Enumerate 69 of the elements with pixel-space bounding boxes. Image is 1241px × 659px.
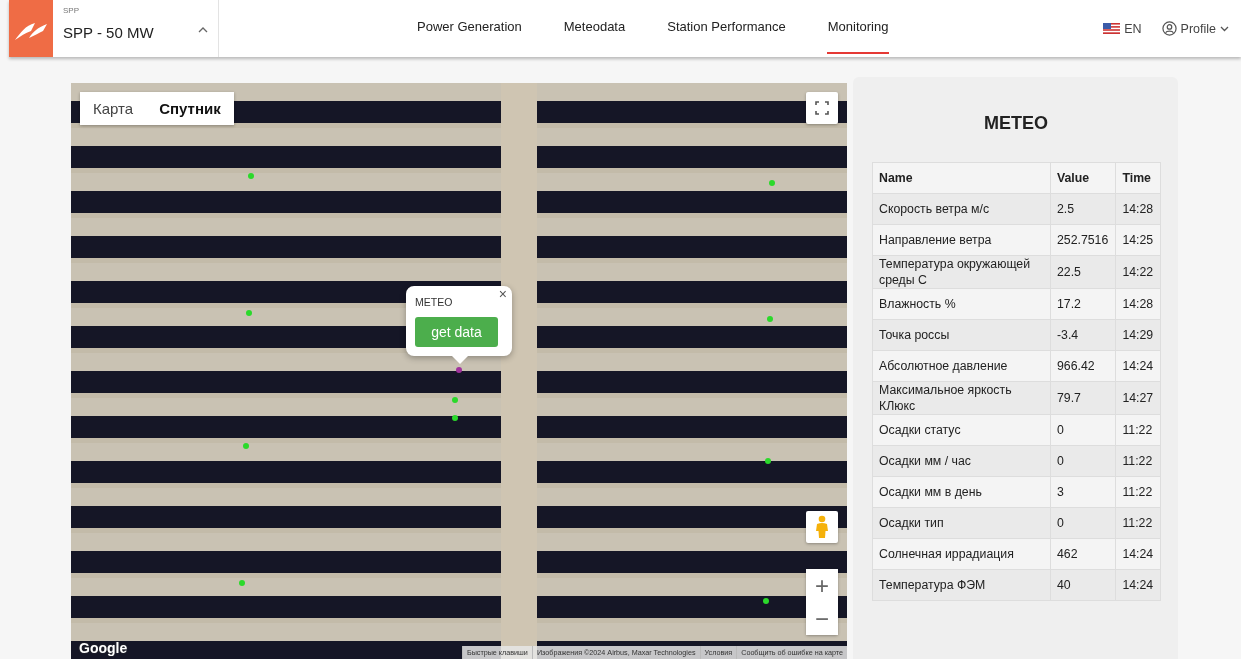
- marker-dot[interactable]: [452, 397, 458, 403]
- zoom-in-button[interactable]: +: [806, 569, 838, 602]
- pegman-icon: [815, 515, 829, 539]
- table-cell: Температура окружающей среды С: [872, 255, 1051, 289]
- table-cell: 17.2: [1050, 288, 1116, 320]
- nav-tab[interactable]: Monitoring: [826, 0, 890, 54]
- table-cell: Направление ветра: [872, 224, 1051, 256]
- language-selector[interactable]: EN: [1103, 21, 1142, 36]
- table-cell: 14:24: [1115, 350, 1161, 382]
- table-cell: Абсолютное давление: [872, 350, 1051, 382]
- plant-selector[interactable]: SPP SPP - 50 MW: [53, 0, 219, 57]
- marker-dot[interactable]: [763, 598, 769, 604]
- fullscreen-icon: [815, 101, 829, 115]
- popup-title: METEO: [415, 296, 453, 308]
- map-type-button[interactable]: Спутник: [146, 92, 234, 125]
- table-cell: Осадки тип: [872, 507, 1051, 539]
- chevron-up-icon: [198, 27, 208, 33]
- table-cell: 14:28: [1115, 288, 1161, 320]
- table-cell: 11:22: [1115, 414, 1161, 446]
- table-cell: 0: [1050, 445, 1116, 477]
- marker-dot[interactable]: [248, 173, 254, 179]
- chevron-down-icon: [1220, 25, 1229, 32]
- table-cell: Осадки статус: [872, 414, 1051, 446]
- map-type-button[interactable]: Карта: [80, 92, 147, 125]
- table-cell: 0: [1050, 414, 1116, 446]
- marker-dot[interactable]: [765, 458, 771, 464]
- table-cell: Температура ФЭМ: [872, 569, 1051, 601]
- table-cell: 40: [1050, 569, 1116, 601]
- table-cell: Максимальное яркость КЛюкс: [872, 381, 1051, 415]
- table-cell: -3.4: [1050, 319, 1116, 351]
- marker-dot[interactable]: [243, 443, 249, 449]
- table-cell: 3: [1050, 476, 1116, 508]
- pegman-button[interactable]: [806, 511, 838, 543]
- table-cell: 79.7: [1050, 381, 1116, 415]
- table-cell: Осадки мм / час: [872, 445, 1051, 477]
- profile-menu[interactable]: Profile: [1161, 21, 1229, 36]
- table-cell: 252.7516: [1050, 224, 1116, 256]
- marker-dot[interactable]: [767, 316, 773, 322]
- fullscreen-button[interactable]: [806, 92, 838, 124]
- marker-dot[interactable]: [456, 367, 462, 373]
- table-cell: Влажность %: [872, 288, 1051, 320]
- nav-tab[interactable]: Meteodata: [562, 0, 627, 54]
- table-cell: Осадки мм в день: [872, 476, 1051, 508]
- marker-dot[interactable]: [452, 415, 458, 421]
- table-cell: Скорость ветра м/с: [872, 193, 1051, 225]
- table-cell: 14:25: [1115, 224, 1161, 256]
- table-cell: 14:24: [1115, 538, 1161, 570]
- panel-title: METEO: [983, 112, 1049, 135]
- close-button[interactable]: ×: [496, 287, 509, 301]
- marker-dot[interactable]: [239, 580, 245, 586]
- table-cell: 462: [1050, 538, 1116, 570]
- table-cell: 966.42: [1050, 350, 1116, 382]
- table-cell: Солнечная иррадиация: [872, 538, 1051, 570]
- map-logo: Google: [79, 640, 128, 656]
- table-cell: 22.5: [1050, 255, 1116, 289]
- column-header: Name: [872, 162, 1051, 194]
- user-icon: [1161, 21, 1177, 36]
- table-cell: Точка россы: [872, 319, 1051, 351]
- column-header: Time: [1115, 162, 1161, 194]
- marker-dot[interactable]: [769, 180, 775, 186]
- table-cell: 0: [1050, 507, 1116, 539]
- flag-icon: [1103, 23, 1121, 34]
- zoom-out-button[interactable]: −: [806, 602, 838, 635]
- marker-dot[interactable]: [246, 310, 252, 316]
- table-cell: 11:22: [1115, 476, 1161, 508]
- nav-tab[interactable]: Power Generation: [416, 0, 523, 54]
- column-header: Value: [1050, 162, 1116, 194]
- table-cell: 2.5: [1050, 193, 1116, 225]
- nav-tab[interactable]: Station Performance: [666, 0, 787, 54]
